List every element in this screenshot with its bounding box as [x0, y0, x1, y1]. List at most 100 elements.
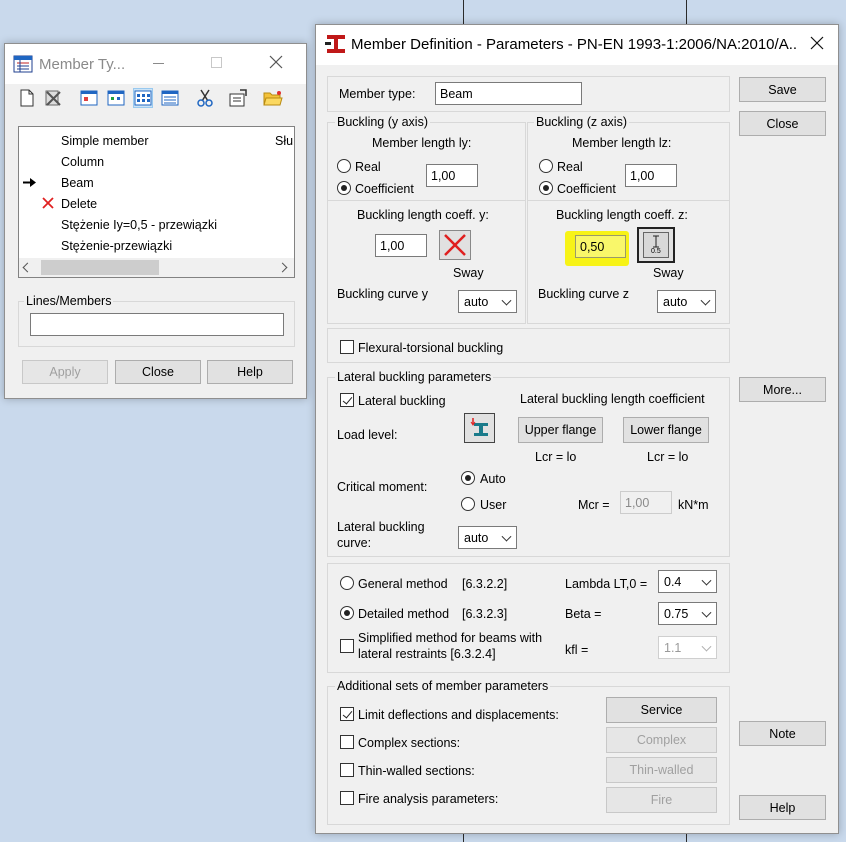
coefficient-z-radio[interactable]	[539, 181, 553, 195]
coefficient-y-label: Coefficient	[355, 182, 414, 196]
delete-x-icon	[41, 196, 55, 213]
flexural-torsional-checkbox[interactable]	[340, 340, 354, 354]
mcr-unit-label: kN*m	[678, 498, 709, 512]
fire-button[interactable]: Fire	[606, 787, 717, 813]
scroll-thumb[interactable]	[41, 260, 159, 275]
general-method-radio[interactable]	[340, 576, 354, 590]
member-length-z-label: Member length lz:	[572, 136, 672, 150]
close-button[interactable]: Close	[115, 360, 201, 384]
critical-moment-user-radio[interactable]	[461, 497, 475, 511]
more-button[interactable]: More...	[739, 377, 826, 402]
member-type-list[interactable]: Simple member Słu Column Beam Delete Stę…	[18, 126, 295, 278]
buckling-curve-y-select[interactable]: auto	[458, 290, 517, 313]
mcr-input[interactable]: 1,00	[620, 491, 672, 514]
view-icon-2[interactable]	[106, 88, 126, 108]
list-item[interactable]: Stężenie Iy=0,5 - przewiązki	[19, 214, 294, 235]
critical-moment-auto-radio[interactable]	[461, 471, 475, 485]
apply-button[interactable]: Apply	[22, 360, 108, 384]
complex-sections-checkbox[interactable]	[340, 735, 354, 749]
save-button[interactable]: Save	[739, 77, 826, 102]
sway-y-label: Sway	[453, 266, 484, 280]
buckling-coeff-z-input[interactable]: 0,50	[575, 235, 626, 258]
upper-flange-button[interactable]: Upper flange	[518, 417, 603, 443]
buckling-curve-z-value: auto	[663, 294, 688, 309]
scroll-right-icon[interactable]	[277, 262, 288, 273]
real-y-radio[interactable]	[337, 159, 351, 173]
properties-icon[interactable]	[228, 88, 248, 108]
help-button[interactable]: Help	[207, 360, 293, 384]
lines-members-input[interactable]	[30, 313, 284, 336]
view-icon-3[interactable]	[133, 88, 153, 108]
list-item[interactable]: Stężenie-przewiązki	[19, 235, 294, 256]
member-definition-titlebar[interactable]: Member Definition - Parameters - PN-EN 1…	[316, 25, 838, 65]
load-level-button[interactable]	[464, 413, 495, 443]
buckling-coeff-z-subgroup	[528, 200, 729, 201]
list-item-label: Column	[61, 155, 105, 169]
load-level-label: Load level:	[337, 428, 398, 442]
cut-icon[interactable]	[195, 88, 215, 108]
minimize-button[interactable]	[153, 63, 164, 64]
help-button[interactable]: Help	[739, 795, 826, 820]
list-item[interactable]: Simple member Słu	[19, 130, 294, 151]
new-icon[interactable]	[17, 88, 37, 108]
real-z-radio[interactable]	[539, 159, 553, 173]
open-folder-icon[interactable]	[263, 88, 283, 108]
thin-walled-checkbox[interactable]	[340, 763, 354, 777]
fire-analysis-checkbox[interactable]	[340, 791, 354, 805]
note-button[interactable]: Note	[739, 721, 826, 746]
list-item-extra-label: Słu	[275, 134, 294, 148]
kfl-select[interactable]: 1.1	[658, 636, 717, 659]
complex-button[interactable]: Complex	[606, 727, 717, 753]
sway-y-button[interactable]	[439, 230, 471, 260]
i-beam-load-icon	[470, 418, 488, 436]
member-length-z-input[interactable]: 1,00	[625, 164, 677, 187]
fire-analysis-label: Fire analysis parameters:	[358, 792, 499, 806]
lambda-select[interactable]: 0.4	[658, 570, 717, 593]
lateral-curve-label-1: Lateral buckling	[337, 520, 425, 534]
background-line	[686, 0, 687, 24]
mcr-label: Mcr =	[578, 498, 610, 512]
beta-select[interactable]: 0.75	[658, 602, 717, 625]
member-length-y-input[interactable]: 1,00	[426, 164, 478, 187]
list-item[interactable]: Delete	[19, 193, 294, 214]
close-button[interactable]: Close	[739, 111, 826, 136]
list-item[interactable]: Beam	[19, 172, 294, 193]
maximize-button[interactable]	[211, 57, 222, 68]
buckling-curve-z-label: Buckling curve z	[538, 287, 630, 301]
lateral-buckling-group-label: Lateral buckling parameters	[335, 370, 494, 384]
member-types-window: Member Ty... Simple member Słu Column Be…	[4, 43, 307, 399]
detailed-method-ref: [6.3.2.3]	[462, 607, 508, 621]
lcr-lower-label: Lcr = lo	[647, 450, 689, 464]
critical-moment-auto-label: Auto	[480, 472, 506, 486]
member-types-titlebar[interactable]: Member Ty...	[5, 44, 306, 84]
member-type-input[interactable]: Beam	[435, 82, 582, 105]
close-icon[interactable]	[810, 36, 824, 50]
critical-moment-user-label: User	[480, 498, 507, 512]
close-icon[interactable]	[269, 55, 283, 69]
sway-z-button[interactable]: 0.5	[637, 227, 675, 263]
member-definition-title: Member Definition - Parameters - PN-EN 1…	[351, 36, 796, 53]
buckling-curve-z-select[interactable]: auto	[657, 290, 716, 313]
horizontal-scrollbar[interactable]	[19, 258, 294, 277]
thin-walled-label: Thin-walled sections:	[358, 764, 475, 778]
detailed-method-radio[interactable]	[340, 606, 354, 620]
delete-icon[interactable]	[43, 88, 63, 108]
lateral-buckling-checkbox[interactable]	[340, 393, 354, 407]
view-icon-4[interactable]	[160, 88, 180, 108]
buckling-coeff-y-input[interactable]: 1,00	[375, 234, 427, 257]
lateral-curve-select[interactable]: auto	[458, 526, 517, 549]
lcr-upper-label: Lcr = lo	[535, 450, 577, 464]
list-item-label: Beam	[61, 176, 94, 190]
kfl-label: kfl =	[565, 643, 589, 657]
lower-flange-button[interactable]: Lower flange	[623, 417, 709, 443]
view-icon-1[interactable]	[79, 88, 99, 108]
list-item[interactable]: Column	[19, 151, 294, 172]
buckling-coeff-y-label: Buckling length coeff. y:	[357, 208, 489, 222]
thin-walled-button[interactable]: Thin-walled	[606, 757, 717, 783]
simplified-method-checkbox[interactable]	[340, 639, 354, 653]
coefficient-y-radio[interactable]	[337, 181, 351, 195]
service-button[interactable]: Service	[606, 697, 717, 723]
limit-deflections-checkbox[interactable]	[340, 707, 354, 721]
lines-members-label: Lines/Members	[24, 294, 114, 308]
scroll-left-icon[interactable]	[22, 262, 33, 273]
